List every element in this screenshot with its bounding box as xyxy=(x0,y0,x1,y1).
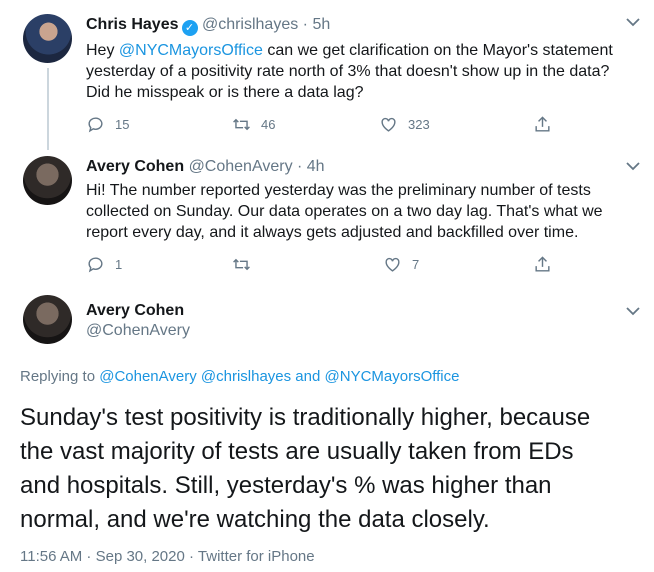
tweet-avery-cohen-reply[interactable]: Avery Cohen @CohenAvery · 4h Hi! The num… xyxy=(0,150,654,285)
chevron-down-icon[interactable] xyxy=(626,14,640,30)
retweet-icon xyxy=(233,258,250,270)
share-icon xyxy=(535,115,550,132)
reply-count: 15 xyxy=(115,116,130,132)
avatar[interactable] xyxy=(23,156,72,205)
retweet-count: 46 xyxy=(261,116,276,132)
tweet-text: Hey @NYCMayorsOffice can we get clarific… xyxy=(86,42,613,101)
like-count: 7 xyxy=(412,256,420,272)
thread-line xyxy=(47,68,49,150)
tweet-header: Avery Cohen @CohenAvery · 4h xyxy=(86,158,325,175)
reply-count: 1 xyxy=(115,256,123,272)
like-button[interactable]: 323 xyxy=(379,115,430,134)
tweet-time[interactable]: 4h xyxy=(307,158,325,175)
reply-button[interactable]: 1 xyxy=(86,255,122,274)
like-button[interactable]: 7 xyxy=(383,255,419,274)
retweet-icon xyxy=(233,118,250,130)
chevron-down-icon[interactable] xyxy=(626,303,640,319)
reply-button[interactable]: 15 xyxy=(86,115,129,134)
like-icon xyxy=(385,257,400,272)
author-handle[interactable]: @chrislhayes xyxy=(202,16,298,33)
avatar[interactable] xyxy=(23,14,72,63)
tweet-timestamp[interactable]: 11:56 AM · Sep 30, 2020 · Twitter for iP… xyxy=(20,548,315,565)
chevron-down-icon[interactable] xyxy=(626,158,640,174)
share-button[interactable] xyxy=(533,255,562,274)
tweet-actions: 1 7 xyxy=(86,254,566,274)
verified-icon: ✓ xyxy=(181,20,198,36)
share-icon xyxy=(535,255,550,272)
replying-to: Replying to @CohenAvery @chrislhayes and… xyxy=(20,368,460,385)
author-name[interactable]: Avery Cohen xyxy=(86,302,190,320)
tweet-chris-hayes[interactable]: Chris Hayes ✓ @chrislhayes · 5h Hey @NYCM… xyxy=(0,0,654,150)
author-handle[interactable]: @CohenAvery xyxy=(86,322,190,340)
reply-icon xyxy=(88,256,103,272)
main-author-name-block: Avery Cohen @CohenAvery xyxy=(86,302,190,340)
replying-to-links[interactable]: @CohenAvery @chrislhayes and @NYCMayorsO… xyxy=(99,368,459,385)
author-name[interactable]: Avery Cohen xyxy=(86,158,184,175)
tweet-actions: 15 46 323 xyxy=(86,114,566,134)
avatar[interactable] xyxy=(23,295,72,344)
reply-icon xyxy=(88,116,103,132)
tweet-header: Chris Hayes ✓ @chrislhayes · 5h xyxy=(86,16,331,36)
tweet-time[interactable]: 5h xyxy=(312,16,330,33)
author-name[interactable]: Chris Hayes xyxy=(86,16,179,33)
author-handle[interactable]: @CohenAvery xyxy=(189,158,293,175)
main-tweet-text: Sunday's test positivity is traditionall… xyxy=(20,404,591,533)
retweet-button[interactable] xyxy=(232,255,261,274)
retweet-button[interactable]: 46 xyxy=(232,115,275,134)
mention-link[interactable]: @NYCMayorsOffice xyxy=(119,42,263,59)
like-icon xyxy=(381,117,396,132)
tweet-text: Hi! The number reported yesterday was th… xyxy=(86,182,603,241)
share-button[interactable] xyxy=(533,115,562,134)
like-count: 323 xyxy=(408,116,430,132)
